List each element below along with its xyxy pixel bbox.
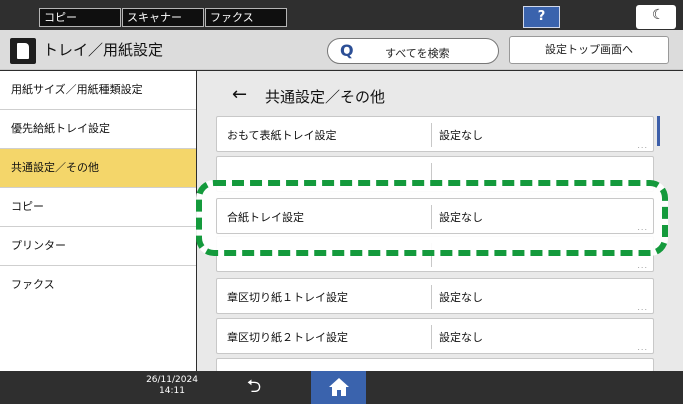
page-title: トレイ／用紙設定 bbox=[43, 41, 164, 59]
tab-copy[interactable]: コピー bbox=[39, 8, 121, 27]
back-icon: ⮌ bbox=[246, 376, 262, 397]
more-icon: ... bbox=[637, 343, 648, 352]
more-icon: ... bbox=[637, 261, 648, 270]
setting-name: 合紙トレイ設定 bbox=[227, 211, 304, 224]
datetime: 26/11/2024 14:11 bbox=[142, 375, 202, 397]
sidebar: 用紙サイズ／用紙種類設定 優先給紙トレイ設定 共通設定／その他 コピー プリンタ… bbox=[0, 71, 196, 371]
sidebar-item-common-settings[interactable]: 共通設定／その他 bbox=[0, 149, 196, 188]
setting-value: 設定なし bbox=[439, 291, 483, 304]
back-button[interactable]: ⮌ bbox=[239, 376, 269, 398]
sidebar-item-paper-size[interactable]: 用紙サイズ／用紙種類設定 bbox=[0, 71, 196, 110]
setting-value: 設定なし bbox=[439, 211, 483, 224]
sidebar-item-priority-tray[interactable]: 優先給紙トレイ設定 bbox=[0, 110, 196, 149]
search-all-button[interactable]: Q すべてを検索 bbox=[327, 38, 499, 64]
title-bar: トレイ／用紙設定 Q すべてを検索 設定トップ画面へ bbox=[0, 30, 683, 70]
tab-scanner[interactable]: スキャナー bbox=[122, 8, 204, 27]
app-tab-bar: コピー スキャナー ファクス ? ☾ bbox=[0, 0, 683, 30]
date-text: 26/11/2024 bbox=[146, 375, 198, 385]
search-icon: Q bbox=[340, 41, 354, 60]
help-button[interactable]: ? bbox=[523, 6, 560, 28]
time-text: 14:11 bbox=[159, 386, 185, 396]
section-title: 共通設定／その他 bbox=[265, 88, 386, 106]
night-mode-button[interactable]: ☾ bbox=[636, 5, 676, 29]
row-divider bbox=[431, 285, 432, 309]
setting-row-chapter-sheet-1[interactable]: 章区切り紙１トレイ設定 設定なし ... bbox=[216, 278, 654, 314]
more-icon: ... bbox=[637, 141, 648, 150]
setting-name: 章区切り紙２トレイ設定 bbox=[227, 331, 348, 344]
tab-fax[interactable]: ファクス bbox=[205, 8, 287, 27]
more-icon: ... bbox=[637, 223, 648, 232]
settings-top-button[interactable]: 設定トップ画面へ bbox=[509, 36, 669, 64]
scrollbar-thumb[interactable] bbox=[657, 116, 660, 146]
setting-row-partial[interactable] bbox=[216, 358, 654, 372]
setting-row-front-cover-tray[interactable]: おもて表紙トレイ設定 設定なし ... bbox=[216, 116, 654, 152]
moon-icon: ☾ bbox=[652, 7, 665, 23]
row-divider bbox=[431, 123, 432, 147]
tray-paper-icon bbox=[10, 38, 36, 64]
back-arrow-icon[interactable]: ← bbox=[232, 84, 247, 105]
setting-value: 設定なし bbox=[439, 129, 483, 142]
sidebar-item-copy[interactable]: コピー bbox=[0, 188, 196, 227]
row-divider bbox=[431, 325, 432, 349]
more-icon: ... bbox=[637, 303, 648, 312]
setting-name: 章区切り紙１トレイ設定 bbox=[227, 291, 348, 304]
sidebar-item-printer[interactable]: プリンター bbox=[0, 227, 196, 266]
search-all-label: すべてを検索 bbox=[385, 47, 450, 60]
sidebar-empty-area bbox=[0, 303, 196, 371]
system-bar: 26/11/2024 14:11 ⮌ bbox=[0, 371, 683, 404]
row-divider bbox=[431, 205, 432, 229]
home-icon bbox=[329, 378, 349, 396]
setting-value: 設定なし bbox=[439, 331, 483, 344]
sidebar-item-fax[interactable]: ファクス bbox=[0, 266, 196, 305]
setting-name: おもて表紙トレイ設定 bbox=[227, 129, 337, 142]
home-button[interactable] bbox=[311, 371, 366, 404]
setting-row-interleaf-tray[interactable]: 合紙トレイ設定 設定なし ... bbox=[216, 198, 654, 234]
setting-row-chapter-sheet-2[interactable]: 章区切り紙２トレイ設定 設定なし ... bbox=[216, 318, 654, 354]
